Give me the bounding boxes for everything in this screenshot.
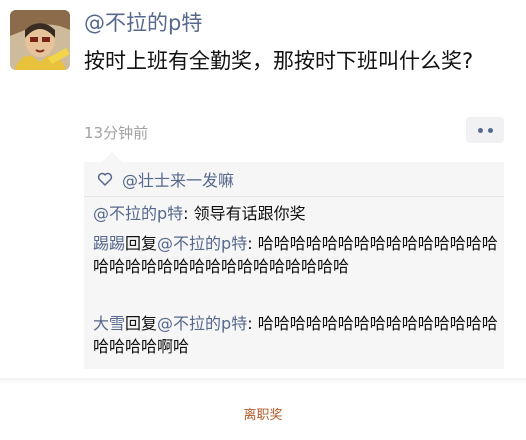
reply-target[interactable]: @不拉的p特 (157, 234, 247, 253)
comment-author[interactable]: 踢踢 (93, 234, 125, 253)
post-timestamp: 13分钟前 (84, 124, 149, 142)
likes-names[interactable]: @壮士来一发嘛 (122, 167, 234, 191)
bottom-divider (0, 378, 526, 384)
author-avatar[interactable] (10, 10, 70, 70)
more-options-button[interactable] (466, 117, 504, 143)
comment-item[interactable]: 踢踢回复@不拉的p特: 哈哈哈哈哈哈哈哈哈哈哈哈哈哈哈哈哈哈哈哈哈哈哈哈哈哈哈哈… (93, 232, 499, 278)
comment-author[interactable]: 大雪 (93, 314, 125, 333)
post-content: 按时上班有全勤奖，那按时下班叫什么奖? (84, 49, 474, 73)
comment-author[interactable]: @不拉的p特 (93, 204, 183, 223)
more-dots-icon (487, 127, 493, 133)
comment-item[interactable]: @不拉的p特: 领导有话跟你奖 (93, 202, 499, 225)
reply-label: 回复 (125, 234, 158, 253)
comment-section: @壮士来一发嘛 @不拉的p特: 领导有话跟你奖 踢踢回复@不拉的p特: 哈哈哈哈… (84, 152, 504, 369)
comment-text: 领导有话跟你奖 (193, 204, 306, 223)
more-dots-icon (477, 127, 483, 133)
avatar-image (10, 10, 70, 70)
likes-row: @壮士来一发嘛 (84, 162, 504, 197)
comment-separator: : (183, 204, 194, 223)
image-caption: 离职奖 (243, 408, 283, 423)
reply-label: 回复 (125, 314, 158, 333)
comment-separator: : (247, 314, 258, 333)
heart-icon (97, 172, 113, 186)
reply-target[interactable]: @不拉的p特 (157, 314, 247, 333)
comment-separator: : (247, 234, 258, 253)
comment-item[interactable]: 大雪回复@不拉的p特: 哈哈哈哈哈哈哈哈哈哈哈哈哈哈哈哈哈哈哈啊哈 (93, 312, 499, 358)
post-author-name[interactable]: @不拉的p特 (84, 10, 202, 36)
